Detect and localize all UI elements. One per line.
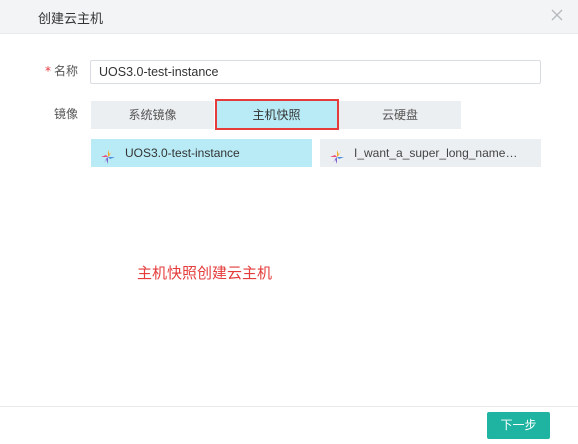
snapshot-card-long-name[interactable]: I_want_a_super_long_name… <box>320 139 541 167</box>
close-icon[interactable] <box>550 8 564 22</box>
dialog-title: 创建云主机 <box>38 12 104 27</box>
required-mark: * <box>45 64 51 78</box>
next-step-button[interactable]: 下一步 <box>487 412 550 439</box>
image-label: 镜像 <box>54 107 79 121</box>
snapshot-card-uos[interactable]: UOS3.0-test-instance <box>91 139 312 167</box>
annotation-text: 主机快照创建云主机 <box>137 264 273 282</box>
tab-host-snapshot[interactable]: 主机快照 <box>216 101 337 129</box>
snapshot-label: I_want_a_super_long_name… <box>354 146 518 160</box>
name-input[interactable]: UOS3.0-test-instance <box>90 60 541 84</box>
tab-system-image[interactable]: 系统镜像 <box>91 101 214 129</box>
snapshot-icon <box>101 146 115 164</box>
snapshot-icon <box>330 146 344 164</box>
name-label: * 名称 <box>45 63 78 79</box>
snapshot-label: UOS3.0-test-instance <box>125 146 240 160</box>
name-label-text: 名称 <box>54 64 79 78</box>
image-source-tabs: 系统镜像 主机快照 云硬盘 <box>91 101 461 129</box>
tab-cloud-disk[interactable]: 云硬盘 <box>339 101 461 129</box>
dialog-header: 创建云主机 <box>0 0 578 34</box>
